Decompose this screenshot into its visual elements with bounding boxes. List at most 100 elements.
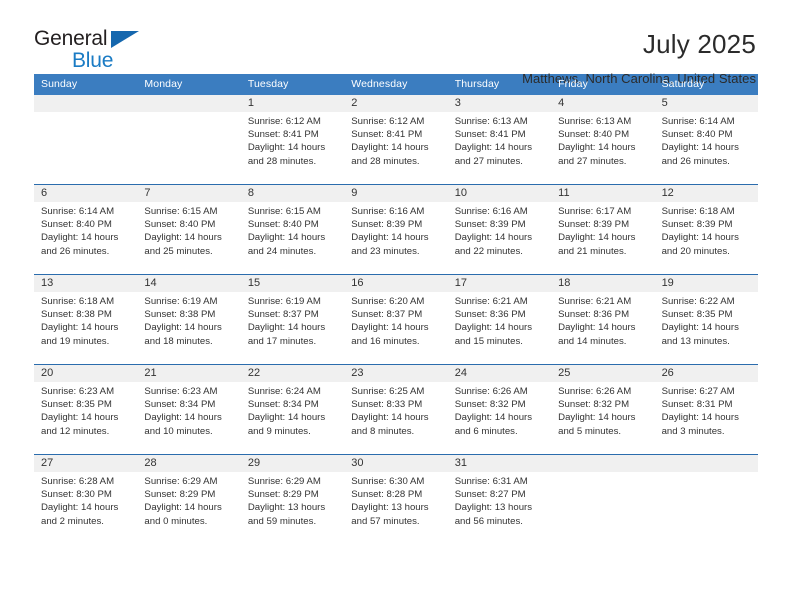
calendar-day-cell[interactable]: 2 Sunrise: 6:12 AM Sunset: 8:41 PM Daylight… <box>344 95 447 184</box>
day-number: 7 <box>144 187 151 199</box>
day-detail-line: and 18 minutes. <box>144 335 213 347</box>
day-detail-line: Sunset: 8:41 PM <box>247 129 319 141</box>
day-detail-line: and 57 minutes. <box>351 515 420 527</box>
calendar-day-cell[interactable]: 24 Sunrise: 6:26 AM Sunset: 8:32 PM Dayligh… <box>448 365 551 454</box>
day-detail-lines: Sunrise: 6:14 AM Sunset: 8:40 PM Daylight:… <box>41 205 132 258</box>
day-detail-line: Sunrise: 6:27 AM <box>661 386 735 397</box>
day-detail-line: Sunset: 8:27 PM <box>454 489 526 501</box>
day-detail-line: Daylight: 14 hours <box>661 142 739 154</box>
day-detail-line: Sunset: 8:39 PM <box>661 219 733 231</box>
calendar-day-cell[interactable]: 27 Sunrise: 6:28 AM Sunset: 8:30 PM Dayligh… <box>34 455 137 544</box>
day-detail-lines: Sunrise: 6:20 AM Sunset: 8:37 PM Daylight:… <box>351 295 442 348</box>
calendar-day-cell[interactable]: 17 Sunrise: 6:21 AM Sunset: 8:36 PM Dayligh… <box>448 275 551 364</box>
day-detail-lines: Sunrise: 6:13 AM Sunset: 8:41 PM Daylight:… <box>455 115 546 168</box>
day-detail-line: and 0 minutes. <box>144 515 208 527</box>
day-detail-line: Sunset: 8:39 PM <box>558 219 630 231</box>
calendar-day-cell[interactable]: 26 Sunrise: 6:27 AM Sunset: 8:31 PM Dayligh… <box>655 365 758 454</box>
day-number: 15 <box>247 277 261 289</box>
day-detail-line: and 21 minutes. <box>558 245 627 257</box>
weekday-header-sunday: Sunday <box>41 78 78 90</box>
day-detail-lines: Sunrise: 6:19 AM Sunset: 8:38 PM Daylight:… <box>144 295 235 348</box>
day-detail-line: Sunset: 8:40 PM <box>661 129 733 141</box>
calendar-day-cell[interactable]: 31 Sunrise: 6:31 AM Sunset: 8:27 PM Dayligh… <box>448 455 551 544</box>
day-detail-line: and 59 minutes. <box>247 515 317 527</box>
day-number: 18 <box>558 277 571 289</box>
day-number: 22 <box>247 367 261 379</box>
day-number: 19 <box>661 277 674 289</box>
day-detail-lines: Sunrise: 6:31 AM Sunset: 8:27 PM Daylight:… <box>455 475 546 528</box>
day-detail-lines: Sunrise: 6:17 AM Sunset: 8:39 PM Daylight:… <box>558 205 649 258</box>
day-number: 29 <box>247 457 261 469</box>
day-detail-line: Daylight: 14 hours <box>41 412 119 424</box>
day-detail-line: Sunrise: 6:15 AM <box>247 206 321 217</box>
calendar-day-cell[interactable]: 1 Sunrise: 6:12 AM Sunset: 8:41 PM Daylight… <box>241 95 344 184</box>
day-detail-line: and 26 minutes. <box>661 155 730 167</box>
day-detail-lines: Sunrise: 6:15 AM Sunset: 8:40 PM Daylight:… <box>144 205 235 258</box>
calendar-day-cell[interactable]: 19 Sunrise: 6:22 AM Sunset: 8:35 PM Dayligh… <box>655 275 758 364</box>
day-detail-line: Sunset: 8:36 PM <box>454 309 526 321</box>
calendar-day-cell[interactable]: 3 Sunrise: 6:13 AM Sunset: 8:41 PM Daylight… <box>448 95 551 184</box>
page-header: General Blue July 2025 Matthews, North C… <box>0 0 792 86</box>
day-detail-lines: Sunrise: 6:23 AM Sunset: 8:35 PM Daylight:… <box>41 385 132 438</box>
day-detail-line: and 6 minutes. <box>454 425 518 437</box>
calendar-day-cell[interactable]: 8 Sunrise: 6:15 AM Sunset: 8:40 PM Daylight… <box>241 185 344 274</box>
day-number: 16 <box>351 277 364 289</box>
day-detail-line: Daylight: 14 hours <box>144 502 222 514</box>
day-detail-line: Daylight: 14 hours <box>558 412 636 424</box>
day-number: 5 <box>661 97 668 109</box>
day-detail-lines: Sunrise: 6:16 AM Sunset: 8:39 PM Daylight:… <box>455 205 546 258</box>
general-blue-logo[interactable]: General Blue <box>34 28 164 74</box>
calendar-day-cell[interactable]: 25 Sunrise: 6:26 AM Sunset: 8:32 PM Dayligh… <box>551 365 654 454</box>
calendar-day-cell[interactable]: 30 Sunrise: 6:30 AM Sunset: 8:28 PM Dayligh… <box>344 455 447 544</box>
day-detail-line: Sunset: 8:41 PM <box>454 129 526 141</box>
calendar-day-cell[interactable]: 7 Sunrise: 6:15 AM Sunset: 8:40 PM Daylight… <box>137 185 240 274</box>
day-number: 11 <box>558 187 570 199</box>
calendar-day-cell[interactable]: 29 Sunrise: 6:29 AM Sunset: 8:29 PM Dayligh… <box>241 455 344 544</box>
calendar-day-cell[interactable]: 16 Sunrise: 6:20 AM Sunset: 8:37 PM Dayligh… <box>344 275 447 364</box>
day-number: 2 <box>351 97 358 109</box>
calendar-day-cell[interactable]: 12 Sunrise: 6:18 AM Sunset: 8:39 PM Dayligh… <box>655 185 758 274</box>
day-detail-line: and 19 minutes. <box>41 335 110 347</box>
day-detail-line: and 56 minutes. <box>454 515 523 527</box>
day-number: 30 <box>351 457 364 469</box>
calendar-day-cell[interactable]: 15 Sunrise: 6:19 AM Sunset: 8:37 PM Dayligh… <box>241 275 344 364</box>
day-detail-line: and 16 minutes. <box>351 335 420 347</box>
calendar-day-cell[interactable]: 4 Sunrise: 6:13 AM Sunset: 8:40 PM Daylight… <box>551 95 654 184</box>
calendar-day-cell[interactable]: 14 Sunrise: 6:19 AM Sunset: 8:38 PM Dayligh… <box>137 275 240 364</box>
calendar-day-cell[interactable]: 11 Sunrise: 6:17 AM Sunset: 8:39 PM Dayligh… <box>551 185 654 274</box>
calendar-day-cell[interactable]: 20 Sunrise: 6:23 AM Sunset: 8:35 PM Dayligh… <box>34 365 137 454</box>
day-detail-line: Sunrise: 6:26 AM <box>454 386 528 397</box>
day-detail-line: Sunrise: 6:18 AM <box>41 296 115 307</box>
day-detail-line: Daylight: 14 hours <box>558 142 636 154</box>
day-detail-line: and 23 minutes. <box>351 245 420 257</box>
day-detail-line: Daylight: 14 hours <box>247 142 326 154</box>
day-detail-line: Sunset: 8:34 PM <box>247 399 319 411</box>
day-detail-lines: Sunrise: 6:30 AM Sunset: 8:28 PM Daylight:… <box>351 475 442 528</box>
day-detail-line: Sunrise: 6:25 AM <box>351 386 425 397</box>
day-detail-line: Sunset: 8:33 PM <box>351 399 423 411</box>
calendar-day-cell[interactable]: 21 Sunrise: 6:23 AM Sunset: 8:34 PM Dayligh… <box>137 365 240 454</box>
calendar-day-cell-empty <box>655 455 758 544</box>
day-number: 20 <box>41 367 54 379</box>
day-detail-lines: Sunrise: 6:16 AM Sunset: 8:39 PM Daylight:… <box>351 205 442 258</box>
calendar-day-cell[interactable]: 28 Sunrise: 6:29 AM Sunset: 8:29 PM Dayligh… <box>137 455 240 544</box>
calendar-day-cell[interactable]: 22 Sunrise: 6:24 AM Sunset: 8:34 PM Dayligh… <box>241 365 344 454</box>
calendar-day-cell[interactable]: 13 Sunrise: 6:18 AM Sunset: 8:38 PM Dayligh… <box>34 275 137 364</box>
calendar-week-days: 1 Sunrise: 6:12 AM Sunset: 8:41 PM Daylight… <box>34 95 758 184</box>
calendar-day-cell[interactable]: 5 Sunrise: 6:14 AM Sunset: 8:40 PM Daylight… <box>655 95 758 184</box>
day-detail-line: Sunrise: 6:22 AM <box>661 296 735 307</box>
calendar-day-cell[interactable]: 18 Sunrise: 6:21 AM Sunset: 8:36 PM Dayligh… <box>551 275 654 364</box>
calendar-day-cell[interactable]: 23 Sunrise: 6:25 AM Sunset: 8:33 PM Dayligh… <box>344 365 447 454</box>
day-detail-line: Daylight: 14 hours <box>454 232 533 244</box>
day-detail-line: Sunset: 8:29 PM <box>247 489 319 501</box>
calendar-day-cell[interactable]: 10 Sunrise: 6:16 AM Sunset: 8:39 PM Dayligh… <box>448 185 551 274</box>
calendar-day-cell[interactable]: 9 Sunrise: 6:16 AM Sunset: 8:39 PM Daylight… <box>344 185 447 274</box>
day-detail-line: Daylight: 14 hours <box>661 232 739 244</box>
weekday-header-wednesday: Wednesday <box>351 78 408 90</box>
calendar-day-cell[interactable]: 6 Sunrise: 6:14 AM Sunset: 8:40 PM Daylight… <box>34 185 137 274</box>
day-detail-line: Sunrise: 6:15 AM <box>144 206 218 217</box>
day-number: 31 <box>454 457 467 469</box>
day-detail-line: and 10 minutes. <box>144 425 213 437</box>
day-detail-line: and 5 minutes. <box>558 425 622 437</box>
day-detail-line: and 26 minutes. <box>41 245 110 257</box>
